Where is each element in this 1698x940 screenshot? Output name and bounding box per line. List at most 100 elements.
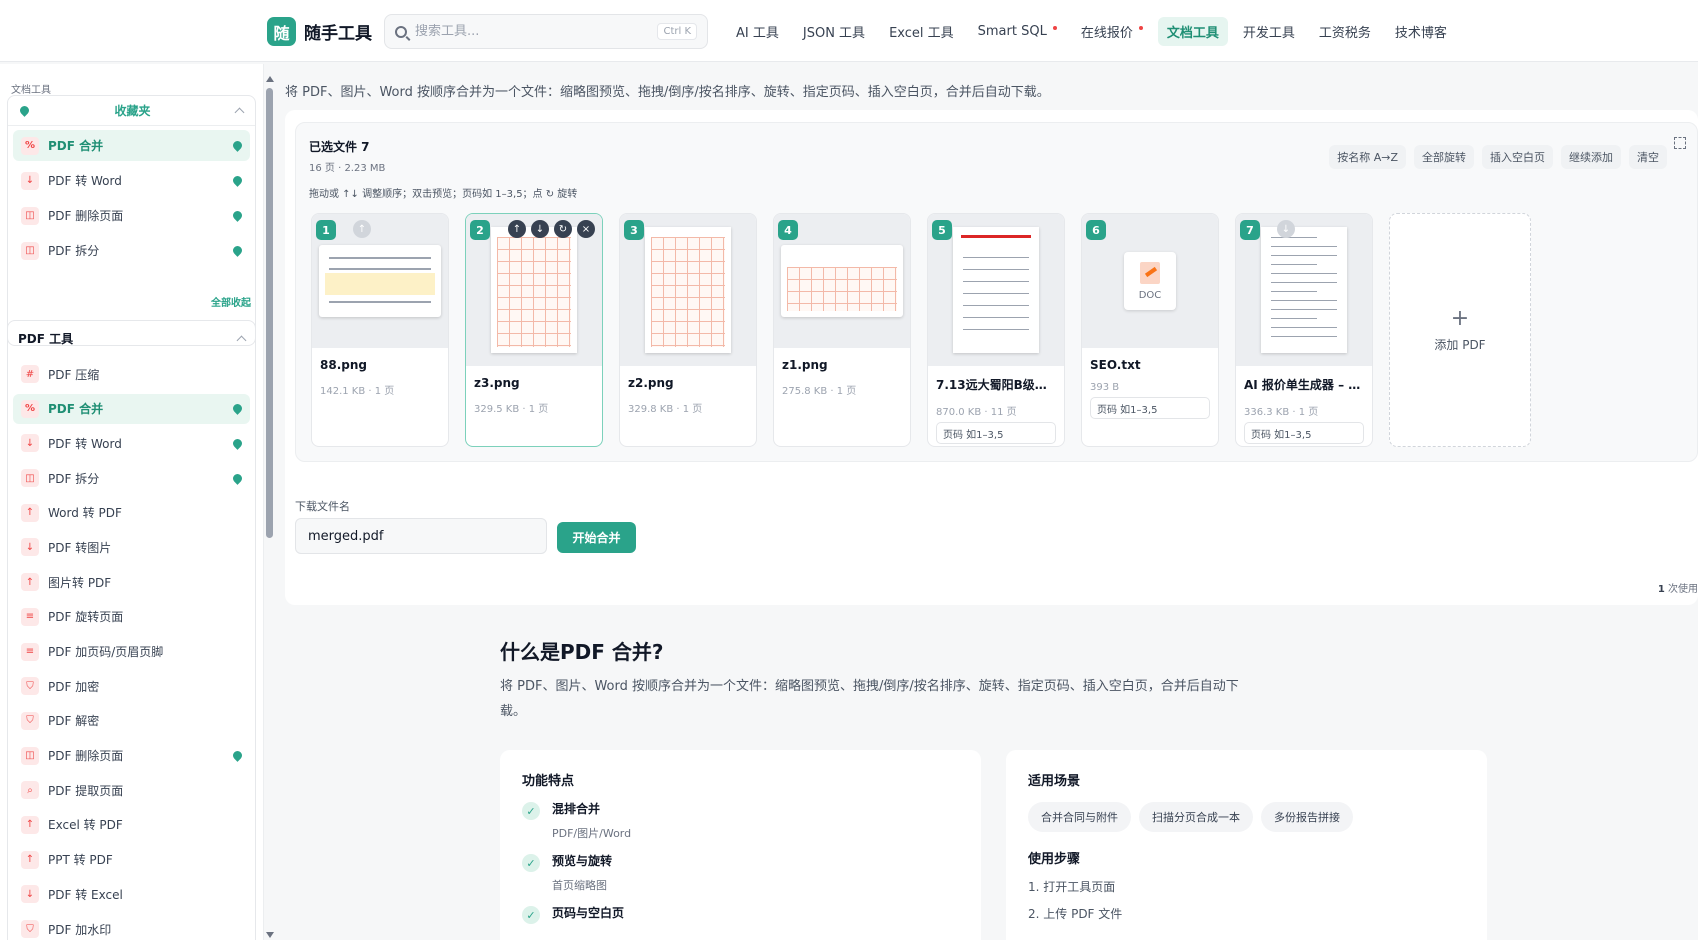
file-meta: 393 B [1090,382,1120,393]
nav-item-0[interactable]: AI 工具 [727,17,788,46]
add-pdf-button[interactable]: + 添加 PDF [1389,213,1531,447]
lines-icon: ≡ [21,607,39,626]
file-order-badge: 6 [1086,220,1106,240]
file-card[interactable]: 3 z2.png 329.8 KB · 1 页 [619,213,757,447]
download-filename-input[interactable] [295,518,547,554]
file-card[interactable]: 6 DOC SEO.txt 393 B 页码 如1–3,5 [1081,213,1219,447]
sidebar-item[interactable]: % PDF 合并 [13,130,250,161]
nav-item-5[interactable]: 文档工具 [1157,17,1228,46]
sidebar-item[interactable]: # PDF 压缩 [13,359,250,389]
chevron-up-icon[interactable] [234,107,245,118]
favorites-header[interactable]: 收藏夹 [8,96,255,126]
pages-icon: ◫ [21,206,39,225]
pin-icon[interactable] [231,244,244,257]
file-card[interactable]: 7 ↓ AI 报价单生成器 – 免… 336.3 KB · 1 页页码 如1–3,5 [1235,213,1373,447]
pin-icon[interactable] [231,402,244,416]
collapse-all-link[interactable]: 全部收起 [211,294,251,309]
page-range-input[interactable]: 页码 如1–3,5 [1244,422,1364,444]
site-logo[interactable]: 随 随手工具 [267,17,372,46]
sidebar-item[interactable]: ↓ PDF 转 Excel [13,879,250,909]
sidebar-item[interactable]: ◫ PDF 删除页面 [13,200,250,231]
nav-item-2[interactable]: Excel 工具 [880,17,963,46]
pin-icon[interactable] [231,749,244,762]
page-range-input[interactable]: 页码 如1–3,5 [936,422,1056,444]
info-section: 什么是PDF 合并? 将 PDF、图片、Word 按顺序合并为一个文件：缩略图预… [285,622,1698,940]
file-action-button[interactable]: 清空 [1629,145,1667,169]
sidebar-item[interactable]: ⛉ PDF 加密 [13,671,250,701]
nav-item-1[interactable]: JSON 工具 [794,17,874,46]
page-range-input[interactable]: 页码 如1–3,5 [1090,397,1210,419]
sidebar-item[interactable]: ◫ PDF 拆分 [13,235,250,266]
move-up-icon[interactable]: ↑ [508,220,526,238]
scene-tag[interactable]: 合并合同与附件 [1028,802,1131,832]
sidebar-item[interactable]: ↑ 图片转 PDF [13,567,250,597]
file-thumbnail[interactable]: 3 [620,214,756,366]
file-action-button[interactable]: 插入空白页 [1482,145,1553,169]
upload-icon: ↑ [21,815,39,834]
pin-icon[interactable] [231,471,244,485]
scene-tag[interactable]: 多份报告拼接 [1261,802,1353,832]
rotate-icon[interactable]: ↻ [554,220,572,238]
chevron-up-icon[interactable] [236,335,247,345]
shield-icon: ⛉ [21,920,39,938]
sidebar-item[interactable]: ↓ PDF 转图片 [13,532,250,562]
file-thumbnail[interactable]: 5 [928,214,1064,366]
sidebar-scrollbar[interactable] [266,76,274,938]
file-thumbnail[interactable]: 1 ↑ [312,214,448,348]
pin-icon[interactable] [231,437,244,450]
sidebar-item[interactable]: ↑ PPT 转 PDF [13,845,250,875]
file-thumbnail[interactable]: 7 ↓ [1236,214,1372,366]
nav-item-4[interactable]: 在线报价 [1072,17,1152,46]
new-indicator-dot [1138,25,1143,30]
remove-icon[interactable]: × [577,220,595,238]
file-action-button[interactable]: 全部旋转 [1414,145,1474,169]
sidebar-item[interactable]: ◫ PDF 删除页面 [13,741,250,771]
file-card[interactable]: 4 z1.png 275.8 KB · 1 页 [773,213,911,447]
nav-item-3[interactable]: Smart SQL [969,17,1066,46]
nav-item-8[interactable]: 技术博客 [1386,17,1456,46]
move-up-icon[interactable]: ↑ [353,220,371,238]
sidebar-item[interactable]: ↑ Word 转 PDF [13,498,250,528]
sidebar-item[interactable]: ⌕ PDF 提取页面 [13,775,250,805]
file-action-button[interactable]: 继续添加 [1561,145,1621,169]
scrollbar-thumb[interactable] [266,88,273,538]
sidebar-item-label: PDF 转 Word [48,436,122,451]
sidebar-item[interactable]: ≡ PDF 加页码/页眉页脚 [13,637,250,667]
move-down-icon[interactable]: ↓ [531,220,549,238]
pdf-tools-list: # PDF 压缩 % PDF 合并 ↓ PDF 转 Word ◫ PDF 拆分 ↑ Word 转 … [8,359,255,940]
file-card[interactable]: 1 ↑ 88.png 142.1 KB · 1 页 [311,213,449,447]
search-icon [395,25,407,38]
scroll-up-arrow-icon[interactable] [266,76,274,82]
pin-icon[interactable] [231,174,244,187]
sidebar-item[interactable]: ◫ PDF 拆分 [13,463,250,493]
sidebar-item-label: PDF 拆分 [48,471,100,486]
sidebar-item[interactable]: ↓ PDF 转 Word [13,165,250,196]
sidebar-item[interactable]: ≡ PDF 旋转页面 [13,602,250,632]
file-thumbnail[interactable]: 4 [774,214,910,348]
file-thumbnail[interactable]: 2 ↑ ↓ ↻ × [466,214,602,366]
scene-tag[interactable]: 扫描分页合成一本 [1139,802,1253,832]
sidebar-item[interactable]: ⛉ PDF 加水印 [13,914,250,940]
sidebar-item[interactable]: ↑ Excel 转 PDF [13,810,250,840]
nav-item-6[interactable]: 开发工具 [1234,17,1304,46]
sidebar-item[interactable]: ⛉ PDF 解密 [13,706,250,736]
file-order-badge: 1 [316,220,336,240]
text-line [1271,264,1317,265]
file-card[interactable]: 5 7.13远大蜀阳B级洁净… 870.0 KB · 11 页页码 如1–3,5 [927,213,1065,447]
fullscreen-button[interactable] [1668,131,1692,155]
sidebar-item[interactable]: % PDF 合并 [13,393,250,424]
file-card-body: z3.png 329.5 KB · 1 页 [466,366,602,415]
pdf-tools-header[interactable]: PDF 工具 [8,321,255,355]
start-merge-button[interactable]: 开始合并 [557,522,636,553]
search-box[interactable]: Ctrl K [384,14,708,49]
sidebar-item[interactable]: ↓ PDF 转 Word [13,428,250,458]
pin-icon[interactable] [231,209,244,222]
file-thumbnail[interactable]: 6 DOC [1082,214,1218,348]
pin-icon[interactable] [231,139,244,152]
file-card[interactable]: 2 ↑ ↓ ↻ × z3.png 329.5 KB · 1 页 [465,213,603,447]
scroll-down-arrow-icon[interactable] [266,932,274,938]
move-down-icon[interactable]: ↓ [1277,220,1295,238]
file-action-button[interactable]: 按名称 A→Z [1329,145,1406,169]
search-input[interactable] [415,24,650,39]
nav-item-7[interactable]: 工资税务 [1310,17,1380,46]
